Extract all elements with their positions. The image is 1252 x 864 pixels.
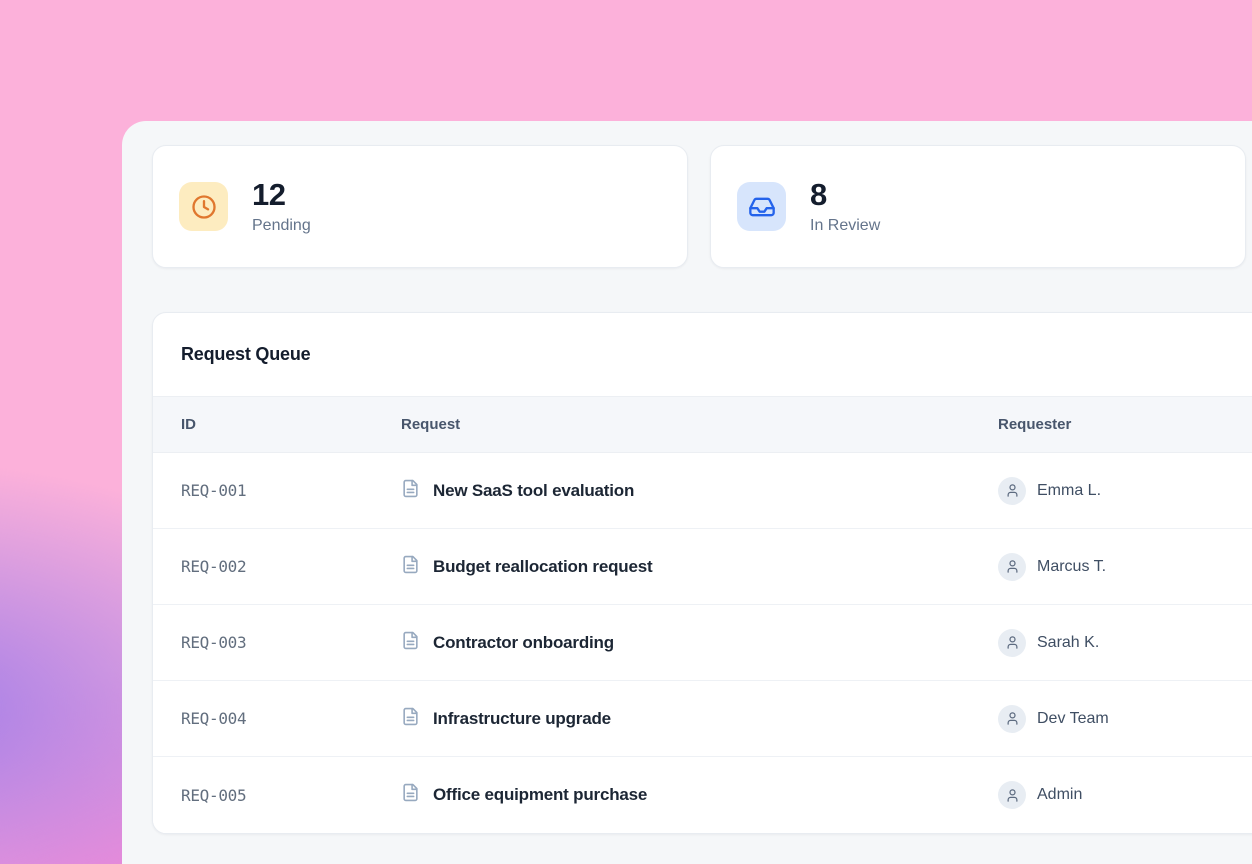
request-cell: Budget reallocation request [401,555,998,579]
request-id: REQ-003 [181,633,401,652]
file-text-icon [401,555,420,579]
avatar [998,629,1026,657]
request-cell: Infrastructure upgrade [401,707,998,731]
requester-cell: Marcus T. [998,553,1252,581]
file-text-icon [401,783,420,807]
user-icon [1005,788,1020,803]
avatar [998,477,1026,505]
pending-count: 12 [252,179,311,210]
table-row[interactable]: REQ-005 Office equipment purchase Admin [153,757,1252,833]
requester-cell: Dev Team [998,705,1252,733]
requester-cell: Emma L. [998,477,1252,505]
avatar [998,705,1026,733]
request-id: REQ-005 [181,786,401,805]
requester-cell: Sarah K. [998,629,1252,657]
user-icon [1005,635,1020,650]
request-title: New SaaS tool evaluation [433,481,634,501]
request-queue-panel: Request Queue ID Request Requester REQ-0… [152,312,1252,834]
request-cell: Contractor onboarding [401,631,998,655]
in-review-stat-card: 8 In Review [710,145,1246,268]
user-icon [1005,483,1020,498]
request-title: Contractor onboarding [433,633,614,653]
request-title: Office equipment purchase [433,785,647,805]
in-review-label: In Review [810,217,880,235]
file-text-icon [401,479,420,503]
table-row[interactable]: REQ-003 Contractor onboarding Sarah K. [153,605,1252,681]
avatar [998,781,1026,809]
queue-title: Request Queue [181,344,310,365]
request-title: Budget reallocation request [433,557,652,577]
user-icon [1005,711,1020,726]
file-text-icon [401,707,420,731]
table-row[interactable]: REQ-002 Budget reallocation request Marc… [153,529,1252,605]
user-icon [1005,559,1020,574]
table-header-row: ID Request Requester [153,396,1252,453]
file-text-icon [401,631,420,655]
table-row[interactable]: REQ-001 New SaaS tool evaluation Emma L. [153,453,1252,529]
request-cell: Office equipment purchase [401,783,998,807]
request-id: REQ-001 [181,481,401,500]
pending-stat-text: 12 Pending [252,179,311,235]
requester-name: Sarah K. [1037,634,1099,652]
request-id: REQ-004 [181,709,401,728]
in-review-count: 8 [810,179,880,210]
requester-name: Dev Team [1037,710,1109,728]
dashboard-screen: { "colors": { "bg_pink": "#fcb1da", "bg_… [0,0,1252,864]
request-id: REQ-002 [181,557,401,576]
request-title: Infrastructure upgrade [433,709,611,729]
table-row[interactable]: REQ-004 Infrastructure upgrade Dev Team [153,681,1252,757]
clock-icon [179,182,228,231]
requester-name: Emma L. [1037,482,1101,500]
requester-name: Marcus T. [1037,558,1106,576]
column-header-id: ID [181,416,401,433]
inbox-icon [737,182,786,231]
column-header-request: Request [401,416,998,433]
avatar [998,553,1026,581]
requester-name: Admin [1037,786,1082,804]
in-review-stat-text: 8 In Review [810,179,880,235]
pending-label: Pending [252,217,311,235]
requester-cell: Admin [998,781,1252,809]
stat-cards-row: 12 Pending 8 In Review [152,145,1246,268]
request-cell: New SaaS tool evaluation [401,479,998,503]
column-header-requester: Requester [998,416,1252,433]
content-surface: 12 Pending 8 In Review Request Queue ID [122,121,1252,864]
pending-stat-card: 12 Pending [152,145,688,268]
queue-title-row: Request Queue [153,313,1252,396]
